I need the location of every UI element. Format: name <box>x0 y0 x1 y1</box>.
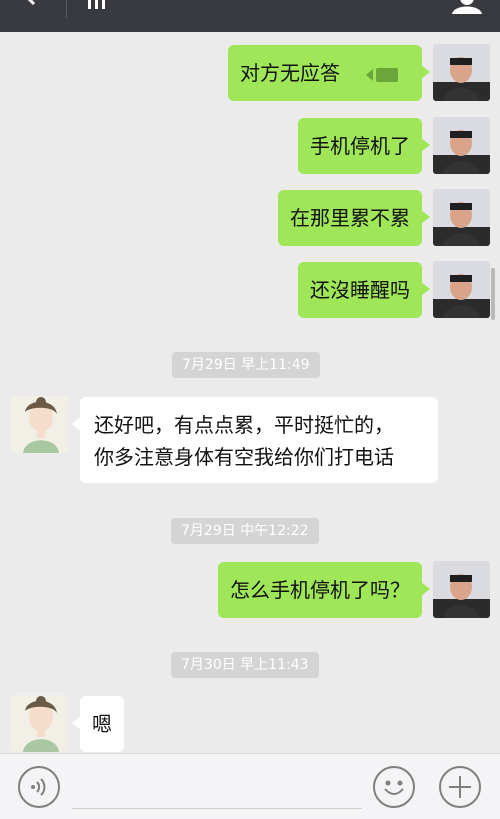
back-arrow-icon[interactable] <box>20 0 40 6</box>
input-bar <box>0 753 500 819</box>
timestamp: 7月29日 中午12:22 <box>171 518 319 544</box>
chat-area[interactable]: 对方无应答 手机停机了 在那里累不累 还沒睡醒吗 7月29日 早上11:49 还… <box>0 32 500 753</box>
message-text: 嗯 <box>92 712 112 736</box>
message-bubble[interactable]: 还沒睡醒吗 <box>298 262 430 318</box>
message-bubble[interactable]: 嗯 <box>72 696 124 752</box>
video-call-icon <box>366 67 399 82</box>
message-outgoing: 对方无应答 <box>0 44 500 102</box>
avatar[interactable] <box>11 695 68 752</box>
message-bubble[interactable]: 手机停机了 <box>298 118 430 174</box>
message-text: 对方无应答 <box>240 61 340 85</box>
message-outgoing: 在那里累不累 <box>0 189 500 247</box>
avatar[interactable] <box>11 396 68 453</box>
message-text: 还沒睡醒吗 <box>310 278 410 302</box>
avatar[interactable] <box>433 561 490 618</box>
message-text: 怎么手机停机了吗？ <box>230 578 410 602</box>
avatar[interactable] <box>433 261 490 318</box>
scrollbar[interactable] <box>491 268 495 320</box>
message-incoming: 嗯 <box>0 695 500 753</box>
message-input[interactable] <box>72 808 362 809</box>
message-text-line: 你多注意身体有空我给你们打电话 <box>94 445 394 469</box>
plus-button[interactable] <box>439 766 481 808</box>
voice-icon <box>31 778 46 796</box>
message-bubble[interactable]: 在那里累不累 <box>278 190 430 246</box>
message-outgoing: 怎么手机停机了吗？ <box>0 561 500 619</box>
bars-icon <box>88 0 105 9</box>
plus-icon <box>449 776 471 798</box>
message-bubble[interactable]: 怎么手机停机了吗？ <box>218 562 430 618</box>
timestamp: 7月30日 早上11:43 <box>171 652 319 678</box>
avatar[interactable] <box>433 189 490 246</box>
message-bubble[interactable]: 还好吧，有点点累，平时挺忙的， 你多注意身体有空我给你们打电话 <box>72 397 438 483</box>
message-text: 在那里累不累 <box>290 206 410 230</box>
voice-button[interactable] <box>18 766 60 808</box>
emoji-icon <box>384 780 404 795</box>
message-outgoing: 手机停机了 <box>0 117 500 175</box>
message-text-line: 还好吧，有点点累，平时挺忙的， <box>94 413 394 437</box>
message-incoming: 还好吧，有点点累，平时挺忙的， 你多注意身体有空我给你们打电话 <box>0 396 500 484</box>
avatar[interactable] <box>433 117 490 174</box>
header-divider <box>66 0 67 18</box>
person-icon[interactable] <box>450 0 484 14</box>
emoji-button[interactable] <box>373 766 415 808</box>
timestamp: 7月29日 早上11:49 <box>172 352 320 378</box>
message-text: 手机停机了 <box>310 134 410 158</box>
chat-header <box>0 0 500 32</box>
message-outgoing: 还沒睡醒吗 <box>0 261 500 319</box>
message-bubble[interactable]: 对方无应答 <box>228 45 430 101</box>
avatar[interactable] <box>433 44 490 101</box>
